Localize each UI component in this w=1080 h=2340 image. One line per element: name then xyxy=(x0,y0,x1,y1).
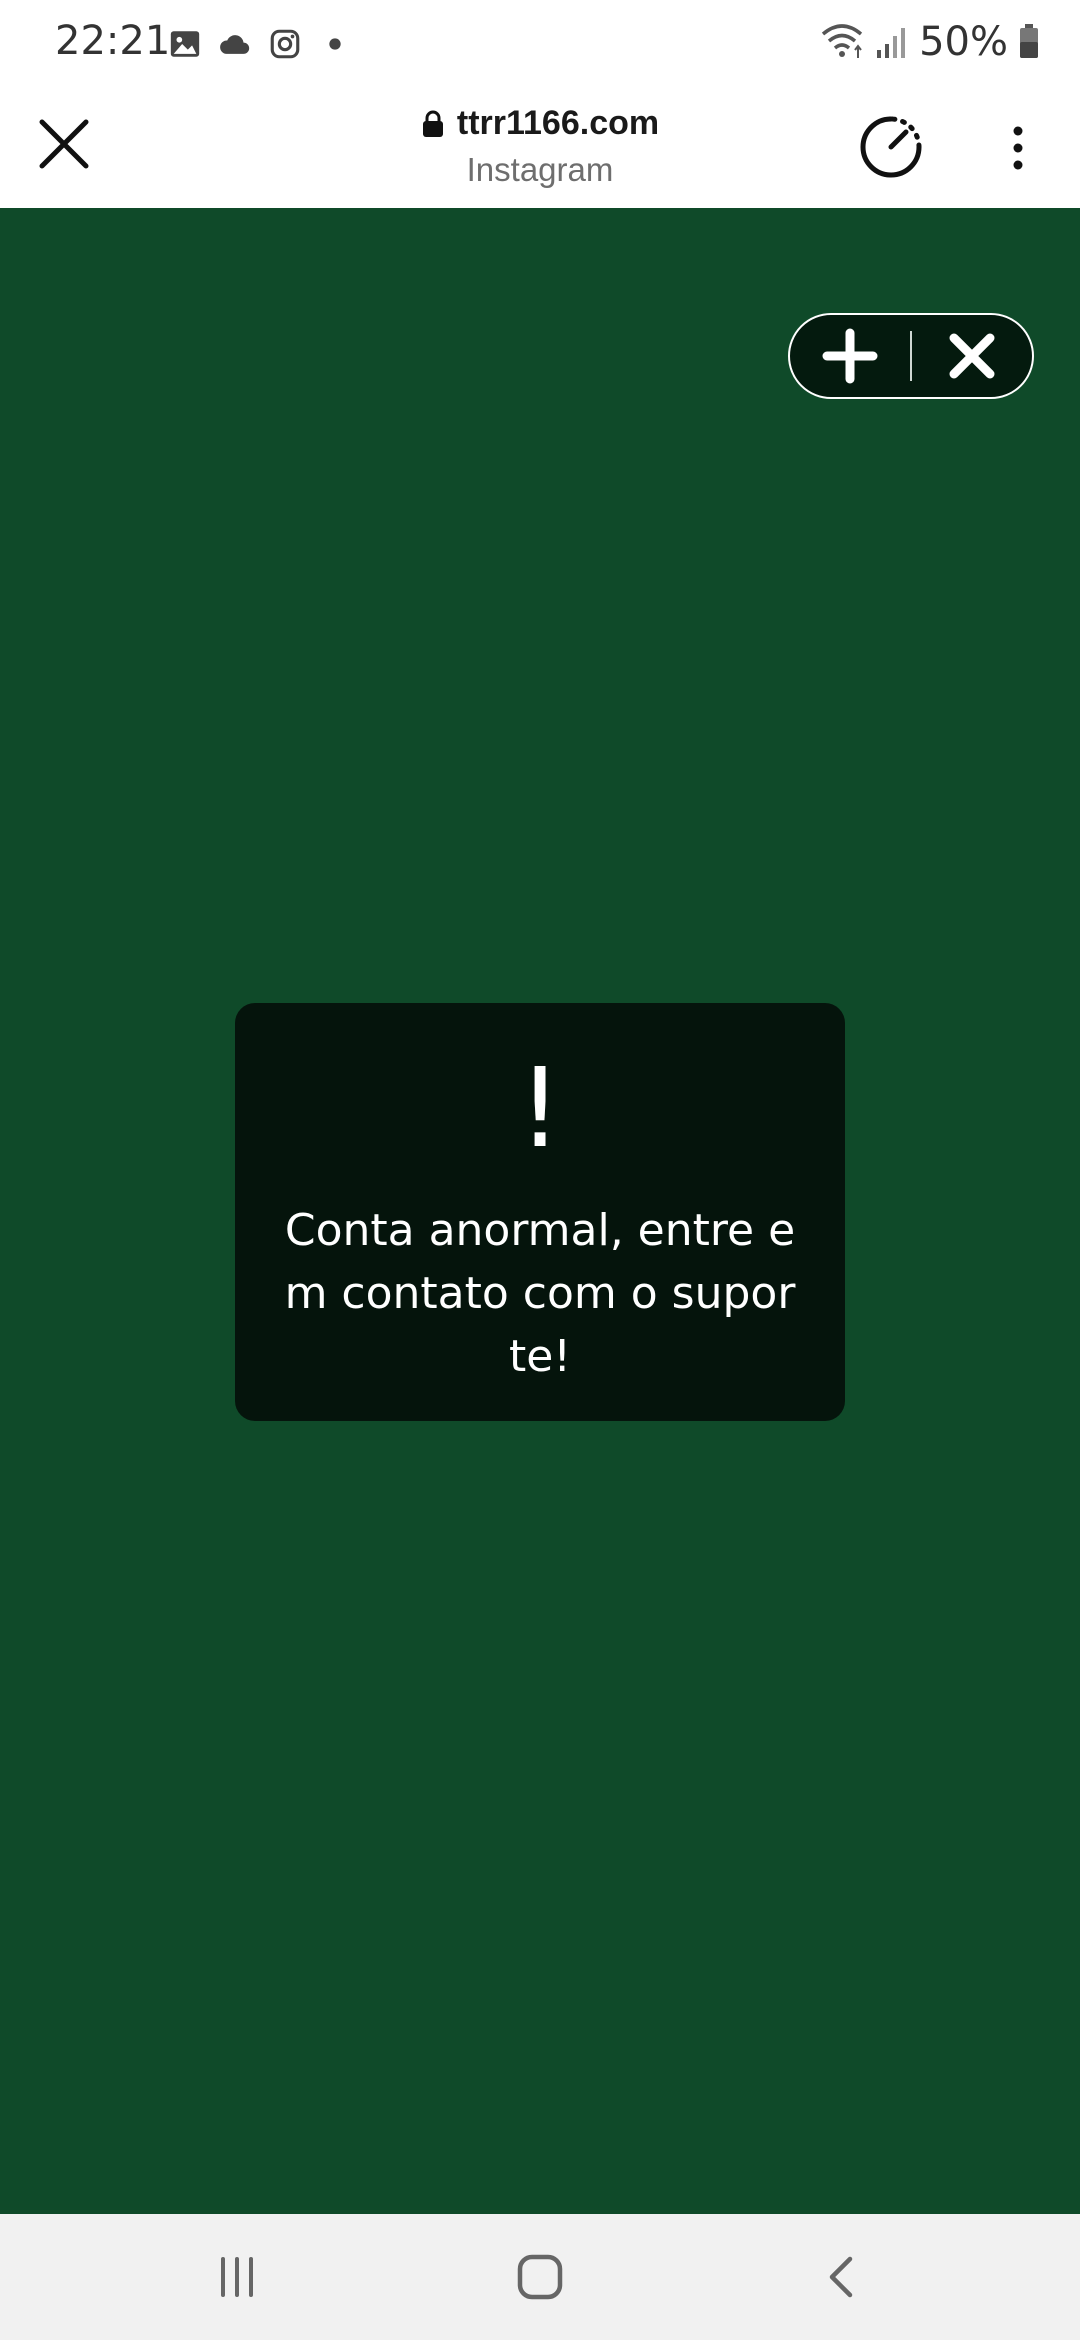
more-vertical-icon xyxy=(1013,126,1023,170)
close-browser-button[interactable] xyxy=(34,114,94,174)
status-bar: 22:21 50% xyxy=(0,0,1080,84)
status-time: 22:21 xyxy=(55,18,171,64)
floating-action-pill xyxy=(788,313,1034,399)
url-bar[interactable]: ttrr1166.com Instagram xyxy=(300,104,780,189)
back-icon xyxy=(829,2256,853,2298)
gallery-icon xyxy=(170,31,200,57)
back-button[interactable] xyxy=(802,2240,882,2314)
add-button[interactable] xyxy=(790,315,910,397)
more-options-button[interactable] xyxy=(1000,120,1036,176)
home-icon xyxy=(517,2254,563,2300)
battery-icon xyxy=(1020,24,1038,58)
speed-icon[interactable] xyxy=(858,114,924,180)
exclamation-icon: ! xyxy=(517,1044,563,1172)
page-content: ! Conta anormal, entre em contato com o … xyxy=(0,208,1080,2214)
plus-icon xyxy=(822,328,878,384)
navigation-bar xyxy=(0,2214,1080,2340)
notification-icons xyxy=(168,24,352,64)
wifi-icon xyxy=(821,24,863,58)
signal-icon xyxy=(877,28,906,58)
recent-apps-icon xyxy=(221,2257,253,2297)
battery-percentage: 50% xyxy=(919,19,1008,65)
toast-message: Conta anormal, entre em contato com o su… xyxy=(284,1205,796,1382)
url-text: ttrr1166.com xyxy=(456,104,660,142)
error-toast: ! Conta anormal, entre em contato com o … xyxy=(235,1003,845,1421)
site-name: Instagram xyxy=(466,151,614,188)
cloud-icon xyxy=(220,35,250,54)
instagram-icon xyxy=(270,29,300,59)
close-icon xyxy=(949,333,995,379)
system-status: 50% xyxy=(819,18,1040,66)
browser-header: ttrr1166.com Instagram xyxy=(0,84,1080,208)
dismiss-button[interactable] xyxy=(912,315,1032,397)
lock-icon xyxy=(422,110,443,137)
recent-apps-button[interactable] xyxy=(197,2240,277,2314)
dot-icon xyxy=(329,38,341,50)
home-button[interactable] xyxy=(500,2240,580,2314)
close-icon xyxy=(39,119,89,169)
